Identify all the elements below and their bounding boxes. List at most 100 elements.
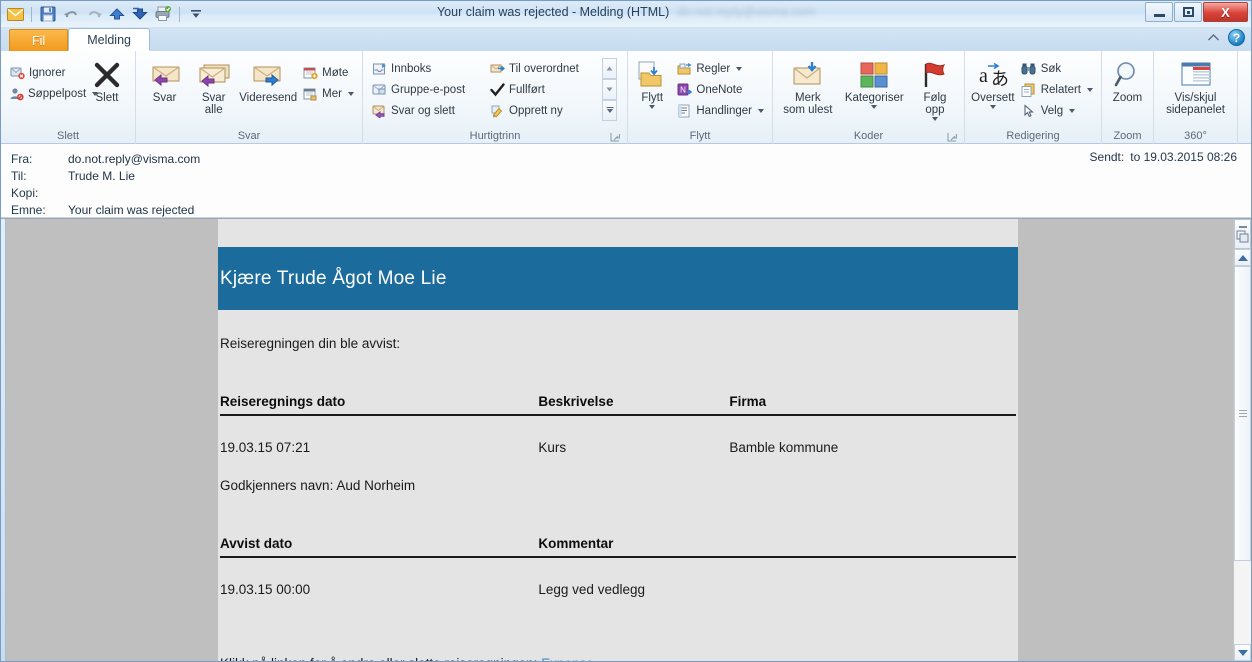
move-folder-icon — [635, 58, 669, 92]
quickstep-gruppe-epost-label: Gruppe-e-post — [391, 83, 466, 96]
meeting-button[interactable]: Møte — [298, 62, 358, 83]
envelope-icon[interactable] — [5, 4, 25, 24]
koder-dialog-launcher[interactable] — [947, 132, 958, 143]
move-button[interactable]: Flytt — [632, 56, 672, 109]
split-bar-icon — [1238, 225, 1247, 228]
forward-button[interactable]: Videresend — [238, 56, 298, 104]
claim-header-company: Firma — [729, 394, 1016, 416]
show-hide-sidepanel-label: Vis/skjul sidepanelet — [1166, 92, 1225, 116]
help-button[interactable]: ? — [1228, 29, 1245, 46]
show-hide-sidepanel-button[interactable]: Vis/skjul sidepanelet — [1159, 56, 1233, 116]
more-label: Mer — [322, 87, 342, 100]
follow-up-button[interactable]: Følg opp — [910, 56, 960, 121]
quicksteps-scroll-up[interactable] — [602, 58, 617, 79]
sent-label: Sendt: — [1089, 150, 1125, 164]
ribbon-group-360: Vis/skjul sidepanelet 360° — [1154, 51, 1238, 144]
from-value[interactable]: do.not.reply@visma.com — [68, 152, 200, 166]
email-banner: Kjære Trude Ågot Moe Lie — [218, 247, 1018, 310]
subject-label: Emne: — [11, 202, 46, 217]
junk-button[interactable]: Søppelpost — [5, 83, 99, 104]
header-row-from: Fra: do.not.reply@visma.com — [11, 150, 1251, 167]
quickstep-svar-og-slett[interactable]: Svar og slett — [367, 100, 485, 121]
subject-value: Your claim was rejected — [68, 202, 195, 217]
hurtigtrinn-dialog-launcher[interactable] — [610, 132, 621, 143]
related-label: Relatert — [1040, 83, 1081, 96]
actions-label: Handlinger — [696, 104, 752, 117]
more-button[interactable]: Mer — [298, 83, 358, 104]
categorize-button[interactable]: Kategoriser — [839, 56, 910, 109]
group-label-hurtigtrinn: Hurtigtrinn — [367, 128, 623, 144]
expense-link[interactable]: Expense — [541, 656, 594, 661]
scroll-up-button[interactable] — [1234, 249, 1251, 266]
customize-qat-icon[interactable] — [186, 4, 206, 24]
chevron-down-icon — [649, 105, 656, 109]
select-button[interactable]: Velg — [1017, 100, 1097, 121]
quickstep-svar-og-slett-label: Svar og slett — [391, 104, 455, 117]
zoom-button[interactable]: Zoom — [1106, 56, 1149, 104]
tab-fil[interactable]: Fil — [9, 29, 69, 51]
qat-separator-2 — [179, 6, 180, 22]
scroll-down-button[interactable] — [1234, 644, 1251, 661]
minimize-button[interactable] — [1145, 2, 1173, 22]
tab-melding[interactable]: Melding — [68, 28, 150, 51]
quickstep-opprett-ny[interactable]: Opprett ny — [485, 100, 600, 121]
quicksteps-more[interactable] — [602, 100, 617, 121]
ribbon-group-koder: Merk som ulest Kategoriser Følg opp Kode… — [773, 51, 965, 144]
save-icon[interactable] — [38, 4, 58, 24]
onenote-icon: N — [676, 82, 692, 98]
svg-text:a: a — [979, 65, 988, 87]
email-intro: Reiseregningen din ble avvist: — [220, 336, 401, 351]
group-label-slett: Slett — [56, 130, 79, 142]
split-window-button[interactable] — [1234, 219, 1251, 249]
reply-delete-icon — [371, 103, 387, 119]
rules-button[interactable]: Regler — [672, 58, 768, 79]
to-value[interactable]: Trude M. Lie — [68, 169, 135, 183]
previous-item-icon[interactable] — [107, 4, 127, 24]
window-controls: X — [1145, 2, 1248, 22]
scrollbar-track[interactable] — [1234, 266, 1251, 644]
ribbon-group-svar: Svar Svar alle Videresend Møte Mer Svar — [136, 51, 363, 144]
actions-button[interactable]: Handlinger — [672, 100, 768, 121]
restore-button[interactable] — [1174, 2, 1202, 22]
ribbon-group-zoom: Zoom Zoom — [1102, 51, 1154, 144]
ignore-button[interactable]: Ignorer — [5, 62, 83, 83]
delete-button[interactable]: Slett — [83, 56, 131, 104]
reply-button[interactable]: Svar — [140, 56, 189, 104]
meeting-icon — [302, 65, 318, 81]
find-label: Søk — [1040, 62, 1062, 75]
left-edge-strip — [1, 219, 6, 661]
quickstep-til-overordnet[interactable]: Til overordnet — [485, 58, 600, 79]
mark-unread-button[interactable]: Merk som ulest — [777, 56, 839, 116]
find-button[interactable]: Søk — [1017, 58, 1097, 79]
scrollbar-thumb[interactable] — [1234, 266, 1251, 561]
reply-all-button[interactable]: Svar alle — [189, 56, 238, 116]
vertical-scrollbar[interactable] — [1233, 219, 1251, 661]
translate-label: Oversett — [971, 92, 1015, 104]
email-content-panel: Kjære Trude Ågot Moe Lie Reiseregningen … — [218, 219, 1018, 661]
quickstep-innboks[interactable]: Innboks — [367, 58, 485, 79]
claim-header-date: Reiseregnings dato — [220, 394, 539, 416]
onenote-button[interactable]: N OneNote — [672, 79, 768, 100]
outlook-message-window: Your claim was rejected - Melding (HTML)… — [0, 0, 1252, 662]
quickstep-fullfort[interactable]: Fullført — [485, 79, 600, 100]
claim-cell-date: 19.03.15 07:21 — [220, 440, 311, 455]
next-item-icon[interactable] — [130, 4, 150, 24]
undo-icon[interactable] — [61, 4, 81, 24]
tab-fil-label: Fil — [32, 33, 46, 48]
quickstep-gruppe-epost[interactable]: Gruppe-e-post — [367, 79, 485, 100]
svg-text:あ: あ — [991, 69, 1009, 89]
print-preview-icon[interactable] — [153, 4, 173, 24]
split-pages-icon — [1236, 230, 1248, 242]
chevron-down-icon — [931, 117, 938, 121]
mark-unread-label: Merk som ulest — [783, 92, 833, 116]
minimize-icon — [1153, 13, 1165, 17]
redo-icon[interactable] — [84, 4, 104, 24]
rejection-cell-comment: Legg ved vedlegg — [538, 582, 645, 597]
quicksteps-scroll-down[interactable] — [602, 79, 617, 100]
translate-button[interactable]: aあ Oversett — [969, 56, 1017, 109]
close-button[interactable]: X — [1203, 2, 1248, 22]
group-label-koder: Koder — [777, 128, 960, 144]
related-button[interactable]: Relatert — [1017, 79, 1097, 100]
collapse-ribbon-icon[interactable] — [1207, 33, 1220, 42]
title-bar: Your claim was rejected - Melding (HTML)… — [1, 1, 1251, 27]
